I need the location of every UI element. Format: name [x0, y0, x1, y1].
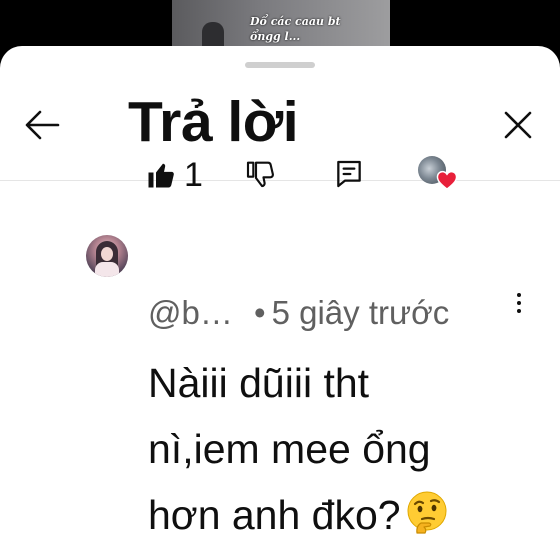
heart-icon [436, 170, 458, 190]
dislike-button[interactable] [244, 158, 276, 190]
more-vertical-icon [512, 293, 526, 313]
comment-text: Nàiii dũiii tht nì,iem mee ổng hơn anh đ… [148, 350, 528, 548]
drag-handle[interactable] [245, 62, 315, 68]
thumbs-down-icon [246, 161, 274, 188]
like-count: 1 [184, 156, 203, 194]
thinking-face-emoji [407, 491, 447, 534]
comment-text-line3: hơn anh đko? [148, 492, 401, 538]
meta-separator: • [254, 294, 266, 331]
like-button[interactable]: 1 [146, 154, 203, 196]
reply-button[interactable] [333, 158, 365, 190]
comment-meta: @b… • 5 giây trước [148, 294, 449, 332]
video-caption-line1: Dổ các caau bt [250, 15, 341, 28]
close-button[interactable] [499, 106, 537, 144]
close-icon [504, 111, 532, 139]
comment-time: 5 giây trước [271, 294, 450, 331]
avatar[interactable] [86, 235, 128, 277]
video-caption: Dổ các caau bt ổngg l... [250, 14, 370, 44]
sheet-title: Trả lời [128, 90, 299, 154]
comment-text-line1: Nàiii dũiii tht [148, 360, 370, 406]
back-button[interactable] [22, 104, 64, 146]
arrow-left-icon [25, 110, 60, 140]
comment-author[interactable]: @b… [148, 294, 233, 331]
creator-heart-badge [418, 156, 458, 192]
more-options-button[interactable] [512, 290, 526, 318]
video-caption-line2: ổngg l... [250, 30, 301, 43]
reply-comment-icon [337, 160, 361, 188]
reply-comment: @b… • 5 giây trước Nàiii dũiii tht nì,iem… [0, 230, 560, 560]
comment-text-line2: nì,iem mee ổng [148, 426, 431, 472]
thumbs-up-filled-icon [148, 163, 174, 188]
comment-text-line3-wrap: hơn anh đko? [148, 482, 528, 548]
comment-actions-bar: 1 [0, 150, 560, 200]
